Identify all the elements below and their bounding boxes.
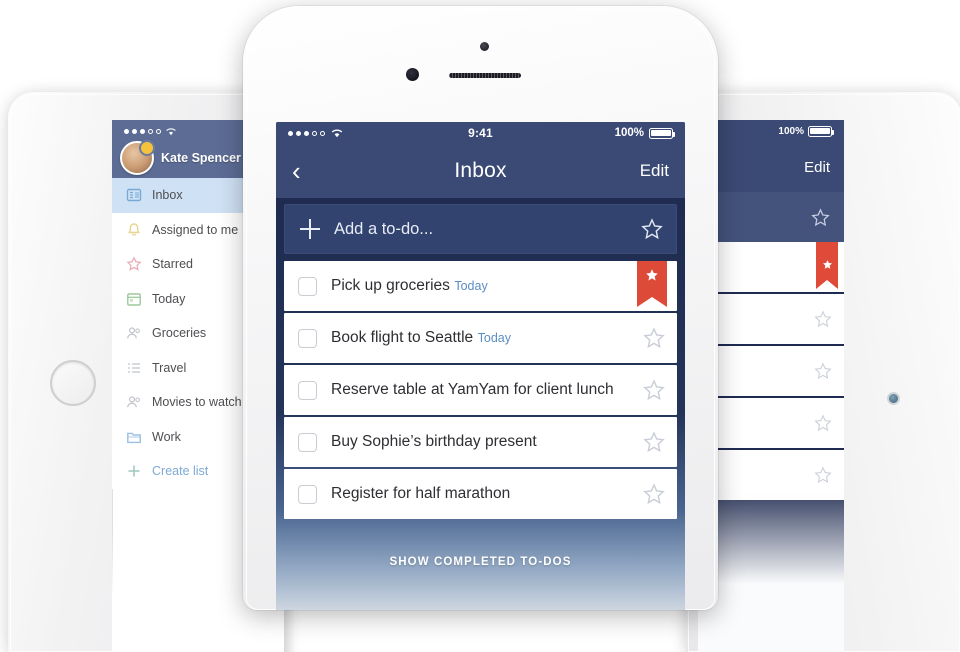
todo-due-date: Today xyxy=(477,331,511,345)
todo-text-group: Book flight to Seattle Today xyxy=(331,329,631,347)
battery-percent-label: 100% xyxy=(614,127,644,139)
sidebar-item-label: Travel xyxy=(152,360,187,375)
tablet-right-todo-list xyxy=(698,242,844,500)
people-icon xyxy=(126,394,142,410)
sidebar-item-label: Assigned to me xyxy=(152,222,239,237)
promo-composition: Kate Spencer Inbox Assigned to me Starre… xyxy=(0,0,960,652)
phone-screen: 9:41 100% ‹ Inbox Edit Add a to-do... Pi… xyxy=(276,122,685,610)
user-name: Kate Spencer xyxy=(161,151,241,165)
battery-percent-label: 100% xyxy=(778,125,804,137)
list-item[interactable]: Register for half marathon xyxy=(284,469,677,519)
tablet-right-nav-bar: Edit xyxy=(698,142,844,192)
red-flag-star-icon xyxy=(816,242,838,289)
star-outline-icon[interactable] xyxy=(814,466,832,484)
phone-device: 9:41 100% ‹ Inbox Edit Add a to-do... Pi… xyxy=(243,6,718,610)
star-outline-icon[interactable] xyxy=(814,362,832,380)
todo-title: Pick up groceries xyxy=(331,277,450,294)
signal-strength-icon xyxy=(124,128,161,134)
front-camera-icon xyxy=(406,68,419,81)
list-icon xyxy=(126,360,142,376)
wifi-icon xyxy=(165,127,177,136)
todo-text-group: Pick up groceries Today xyxy=(331,277,631,295)
table-row[interactable] xyxy=(698,346,844,396)
checkbox-empty-icon[interactable] xyxy=(298,328,317,348)
star-outline-icon[interactable] xyxy=(641,218,663,240)
list-bottom-fade xyxy=(698,482,844,652)
inbox-icon xyxy=(126,187,142,203)
todo-title: Reserve table at YamYam for client lunch xyxy=(331,381,614,398)
star-outline-icon[interactable] xyxy=(631,431,677,453)
status-bar-right: 100% xyxy=(614,127,676,139)
todo-due-date: Today xyxy=(454,279,488,293)
star-outline-icon[interactable] xyxy=(814,310,832,328)
folder-icon xyxy=(126,429,142,445)
bell-icon xyxy=(126,222,142,238)
todo-screen-body: Add a to-do... Pick up groceries Today B… xyxy=(276,198,685,610)
todo-list: Pick up groceries Today Book flight to S… xyxy=(284,261,677,519)
add-todo-input[interactable]: Add a to-do... xyxy=(334,220,627,239)
battery-full-icon xyxy=(808,125,835,137)
tablet-right-status-bar: 100% xyxy=(698,120,844,142)
todo-text-group: Buy Sophie’s birthday present xyxy=(331,433,631,451)
edit-button[interactable]: Edit xyxy=(640,161,669,181)
add-todo-bar[interactable]: Add a to-do... xyxy=(284,204,677,254)
avatar xyxy=(120,140,155,175)
home-button[interactable] xyxy=(887,392,900,405)
todo-text-group: Reserve table at YamYam for client lunch xyxy=(331,381,631,399)
list-item[interactable]: Buy Sophie’s birthday present xyxy=(284,417,677,467)
plus-icon xyxy=(126,463,142,479)
sidebar-item-label: Movies to watch xyxy=(152,395,242,410)
star-outline-icon[interactable] xyxy=(631,483,677,505)
proximity-sensor-icon xyxy=(480,42,489,51)
star-outline-icon[interactable] xyxy=(631,327,677,349)
sidebar-item-label: Groceries xyxy=(152,326,207,341)
table-row[interactable] xyxy=(698,242,844,292)
sidebar-item-label: Create list xyxy=(152,464,209,479)
show-completed-todos-button[interactable]: SHOW COMPLETED TO-DOS xyxy=(276,556,685,568)
table-row[interactable] xyxy=(698,294,844,344)
checkbox-empty-icon[interactable] xyxy=(298,380,317,400)
home-button[interactable] xyxy=(50,360,96,406)
star-outline-icon[interactable] xyxy=(631,379,677,401)
tablet-right-screen: 100% Edit xyxy=(698,120,844,652)
sidebar-item-label: Work xyxy=(152,429,181,444)
checkbox-empty-icon[interactable] xyxy=(298,276,317,296)
plus-icon xyxy=(300,219,320,239)
star-outline-icon[interactable] xyxy=(811,207,830,227)
list-item[interactable]: Reserve table at YamYam for client lunch xyxy=(284,365,677,415)
sidebar-item-label: Today xyxy=(152,291,186,306)
status-bar: 9:41 100% xyxy=(276,122,685,144)
checkbox-empty-icon[interactable] xyxy=(298,432,317,452)
list-item[interactable]: Book flight to Seattle Today xyxy=(284,313,677,363)
nav-bar: ‹ Inbox Edit xyxy=(276,144,685,198)
battery-full-icon xyxy=(649,127,676,139)
todo-text-group: Register for half marathon xyxy=(331,485,631,503)
red-flag-star-icon[interactable] xyxy=(637,261,667,307)
tablet-right-device: 100% Edit xyxy=(686,92,960,652)
people-icon xyxy=(126,325,142,341)
list-item[interactable]: Pick up groceries Today xyxy=(284,261,677,311)
todo-title: Book flight to Seattle xyxy=(331,329,474,346)
todo-title: Buy Sophie’s birthday present xyxy=(331,433,537,450)
star-outline-icon[interactable] xyxy=(814,414,832,432)
page-title: Inbox xyxy=(454,159,507,182)
tablet-right-add-bar[interactable] xyxy=(698,192,844,242)
sidebar-item-label: Inbox xyxy=(152,188,183,203)
todo-title: Register for half marathon xyxy=(331,485,511,502)
edit-button[interactable]: Edit xyxy=(804,159,830,176)
table-row[interactable] xyxy=(698,398,844,448)
checkbox-empty-icon[interactable] xyxy=(298,484,317,504)
earpiece-speaker-icon xyxy=(449,73,521,78)
star-icon xyxy=(126,256,142,272)
calendar-icon xyxy=(126,291,142,307)
table-row[interactable] xyxy=(698,450,844,500)
sidebar-item-label: Starred xyxy=(152,257,193,272)
